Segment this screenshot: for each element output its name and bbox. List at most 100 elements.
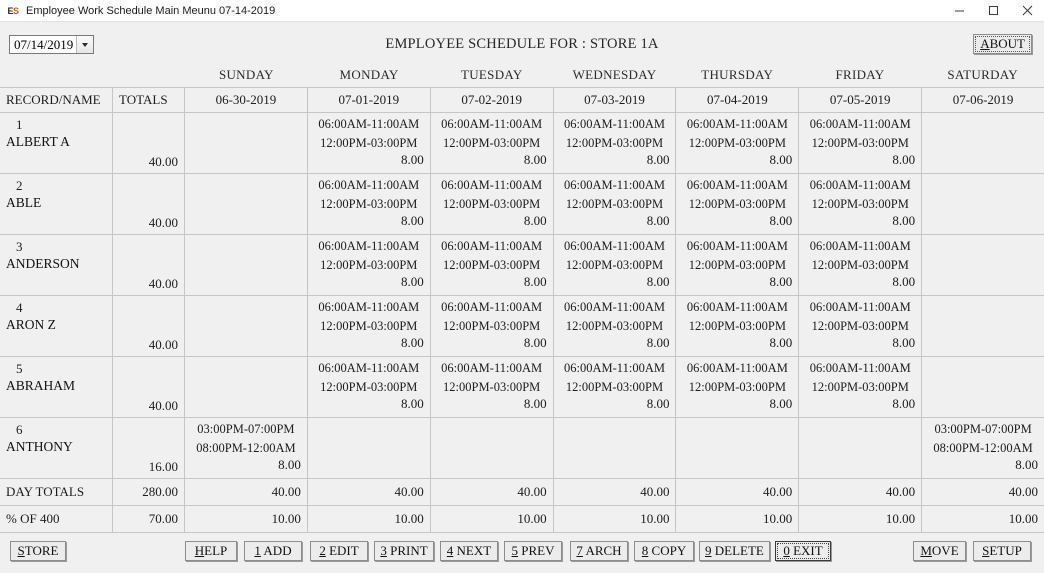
employee-cell[interactable]: 2 ABLE xyxy=(0,174,113,234)
shift-cell-saturday[interactable] xyxy=(922,357,1044,417)
shift-hours: 8.00 xyxy=(769,396,793,411)
shift-hours: 8.00 xyxy=(646,335,670,350)
shift-cell-friday[interactable]: 06:00AM-11:00AM 12:00PM-03:00PM 8.00 xyxy=(799,235,923,295)
shift-cell-sunday[interactable]: 03:00PM-07:00PM 08:00PM-12:00AM 8.00 xyxy=(185,418,308,478)
schedule-table: RECORD/NAME TOTALS 06-30-2019 07-01-2019… xyxy=(0,87,1044,533)
print-button[interactable]: 3 PRINT xyxy=(374,541,434,561)
table-row[interactable]: 6 ANTHONY 16.00 03:00PM-07:00PM 08:00PM-… xyxy=(0,418,1044,479)
shift-cell-monday[interactable]: 06:00AM-11:00AM 12:00PM-03:00PM 8.00 xyxy=(308,296,431,356)
shift-hours: 8.00 xyxy=(646,213,670,228)
shift-cell-friday[interactable]: 06:00AM-11:00AM 12:00PM-03:00PM 8.00 xyxy=(799,113,923,173)
employee-number: 4 xyxy=(16,300,23,315)
shift-cell-friday[interactable] xyxy=(799,418,923,478)
help-button[interactable]: HELP xyxy=(185,541,237,561)
shift-cell-sunday[interactable] xyxy=(185,357,308,417)
shift-cell-monday[interactable] xyxy=(308,418,431,478)
employee-total: 40.00 xyxy=(148,215,178,230)
shift-cell-wednesday[interactable]: 06:00AM-11:00AM 12:00PM-03:00PM 8.00 xyxy=(554,357,677,417)
shift-cell-thursday[interactable]: 06:00AM-11:00AM 12:00PM-03:00PM 8.00 xyxy=(676,174,800,234)
employee-cell[interactable]: 5 ABRAHAM xyxy=(0,357,113,417)
shift-cell-friday[interactable]: 06:00AM-11:00AM 12:00PM-03:00PM 8.00 xyxy=(799,296,923,356)
shift-cell-wednesday[interactable]: 06:00AM-11:00AM 12:00PM-03:00PM 8.00 xyxy=(554,296,677,356)
shift-line-1: 06:00AM-11:00AM xyxy=(564,300,665,314)
shift-cell-tuesday[interactable]: 06:00AM-11:00AM 12:00PM-03:00PM 8.00 xyxy=(431,174,554,234)
add-button[interactable]: 1 ADD xyxy=(244,541,302,561)
shift-cell-saturday[interactable] xyxy=(922,113,1044,173)
shift-cell-thursday[interactable]: 06:00AM-11:00AM 12:00PM-03:00PM 8.00 xyxy=(676,235,800,295)
shift-line-2: 12:00PM-03:00PM xyxy=(443,197,541,211)
minimize-icon[interactable] xyxy=(942,0,976,21)
shift-line-1: 06:00AM-11:00AM xyxy=(564,239,665,253)
shift-cell-thursday[interactable]: 06:00AM-11:00AM 12:00PM-03:00PM 8.00 xyxy=(676,357,800,417)
prev-button[interactable]: 5 PREV xyxy=(504,541,562,561)
about-button[interactable]: ABOUT xyxy=(973,34,1032,54)
shift-hours: 8.00 xyxy=(769,274,793,289)
shift-cell-thursday[interactable]: 06:00AM-11:00AM 12:00PM-03:00PM 8.00 xyxy=(676,296,800,356)
shift-cell-monday[interactable]: 06:00AM-11:00AM 12:00PM-03:00PM 8.00 xyxy=(308,113,431,173)
shift-cell-friday[interactable]: 06:00AM-11:00AM 12:00PM-03:00PM 8.00 xyxy=(799,174,923,234)
table-row[interactable]: 2 ABLE 40.00 06:00AM-11:00AM 12:00PM-03:… xyxy=(0,174,1044,235)
maximize-icon[interactable] xyxy=(976,0,1010,21)
table-row[interactable]: 3 ANDERSON 40.00 06:00AM-11:00AM 12:00PM… xyxy=(0,235,1044,296)
shift-cell-wednesday[interactable] xyxy=(554,418,677,478)
shift-line-2: 12:00PM-03:00PM xyxy=(320,197,418,211)
shift-cell-monday[interactable]: 06:00AM-11:00AM 12:00PM-03:00PM 8.00 xyxy=(308,174,431,234)
shift-cell-thursday[interactable] xyxy=(676,418,800,478)
edit-button[interactable]: 2 EDIT xyxy=(310,541,368,561)
employee-cell[interactable]: 6 ANTHONY xyxy=(0,418,113,478)
shift-cell-friday[interactable]: 06:00AM-11:00AM 12:00PM-03:00PM 8.00 xyxy=(799,357,923,417)
employee-total-cell: 40.00 xyxy=(113,296,185,356)
shift-line-2: 12:00PM-03:00PM xyxy=(811,319,909,333)
table-row[interactable]: 1 ALBERT A 40.00 06:00AM-11:00AM 12:00PM… xyxy=(0,113,1044,174)
shift-cell-sunday[interactable] xyxy=(185,174,308,234)
employee-total-cell: 40.00 xyxy=(113,113,185,173)
store-button[interactable]: STORE xyxy=(10,541,66,561)
shift-cell-tuesday[interactable]: 06:00AM-11:00AM 12:00PM-03:00PM 8.00 xyxy=(431,296,554,356)
shift-cell-wednesday[interactable]: 06:00AM-11:00AM 12:00PM-03:00PM 8.00 xyxy=(554,113,677,173)
shift-cell-tuesday[interactable] xyxy=(431,418,554,478)
employee-total-cell: 16.00 xyxy=(113,418,185,478)
shift-cell-tuesday[interactable]: 06:00AM-11:00AM 12:00PM-03:00PM 8.00 xyxy=(431,113,554,173)
arch-button[interactable]: 7 ARCH xyxy=(570,541,628,561)
shift-cell-thursday[interactable]: 06:00AM-11:00AM 12:00PM-03:00PM 8.00 xyxy=(676,113,800,173)
exit-button[interactable]: 0 EXIT xyxy=(775,541,831,561)
shift-cell-sunday[interactable] xyxy=(185,235,308,295)
shift-cell-monday[interactable]: 06:00AM-11:00AM 12:00PM-03:00PM 8.00 xyxy=(308,235,431,295)
shift-hours: 8.00 xyxy=(769,152,793,167)
shift-line-1: 06:00AM-11:00AM xyxy=(686,239,788,253)
next-label: NEXT xyxy=(453,543,492,558)
shift-cell-saturday[interactable] xyxy=(922,235,1044,295)
shift-cell-sunday[interactable] xyxy=(185,296,308,356)
shift-cell-monday[interactable]: 06:00AM-11:00AM 12:00PM-03:00PM 8.00 xyxy=(308,357,431,417)
move-button[interactable]: MOVE xyxy=(913,541,966,561)
header-record-name: RECORD/NAME xyxy=(0,88,113,112)
employee-cell[interactable]: 4 ARON Z xyxy=(0,296,113,356)
shift-hours: 8.00 xyxy=(892,274,916,289)
employee-cell[interactable]: 1 ALBERT A xyxy=(0,113,113,173)
close-icon[interactable] xyxy=(1010,0,1044,21)
shift-line-1: 06:00AM-11:00AM xyxy=(809,117,911,131)
employee-number: 1 xyxy=(16,117,23,132)
shift-line-2 xyxy=(805,422,915,426)
shift-cell-tuesday[interactable]: 06:00AM-11:00AM 12:00PM-03:00PM 8.00 xyxy=(431,357,554,417)
shift-cell-saturday[interactable] xyxy=(922,296,1044,356)
shift-line-1: 06:00AM-11:00AM xyxy=(809,361,911,375)
copy-button[interactable]: 8 COPY xyxy=(634,541,694,561)
shift-hours: 8.00 xyxy=(769,213,793,228)
shift-cell-saturday[interactable]: 03:00PM-07:00PM 08:00PM-12:00AM 8.00 xyxy=(922,418,1044,478)
table-row[interactable]: 4 ARON Z 40.00 06:00AM-11:00AM 12:00PM-0… xyxy=(0,296,1044,357)
shift-line-2: 12:00PM-03:00PM xyxy=(811,197,909,211)
shift-hours: 8.00 xyxy=(523,335,547,350)
shift-line-1: 03:00PM-07:00PM xyxy=(934,422,1032,436)
employee-cell[interactable]: 3 ANDERSON xyxy=(0,235,113,295)
shift-cell-tuesday[interactable]: 06:00AM-11:00AM 12:00PM-03:00PM 8.00 xyxy=(431,235,554,295)
shift-cell-wednesday[interactable]: 06:00AM-11:00AM 12:00PM-03:00PM 8.00 xyxy=(554,174,677,234)
table-row[interactable]: 5 ABRAHAM 40.00 06:00AM-11:00AM 12:00PM-… xyxy=(0,357,1044,418)
shift-cell-wednesday[interactable]: 06:00AM-11:00AM 12:00PM-03:00PM 8.00 xyxy=(554,235,677,295)
shift-cell-sunday[interactable] xyxy=(185,113,308,173)
setup-button[interactable]: SETUP xyxy=(973,541,1031,561)
next-button[interactable]: 4 NEXT xyxy=(440,541,498,561)
shift-hours: 8.00 xyxy=(646,152,670,167)
delete-button[interactable]: 9 DELETE xyxy=(699,541,770,561)
shift-cell-saturday[interactable] xyxy=(922,174,1044,234)
